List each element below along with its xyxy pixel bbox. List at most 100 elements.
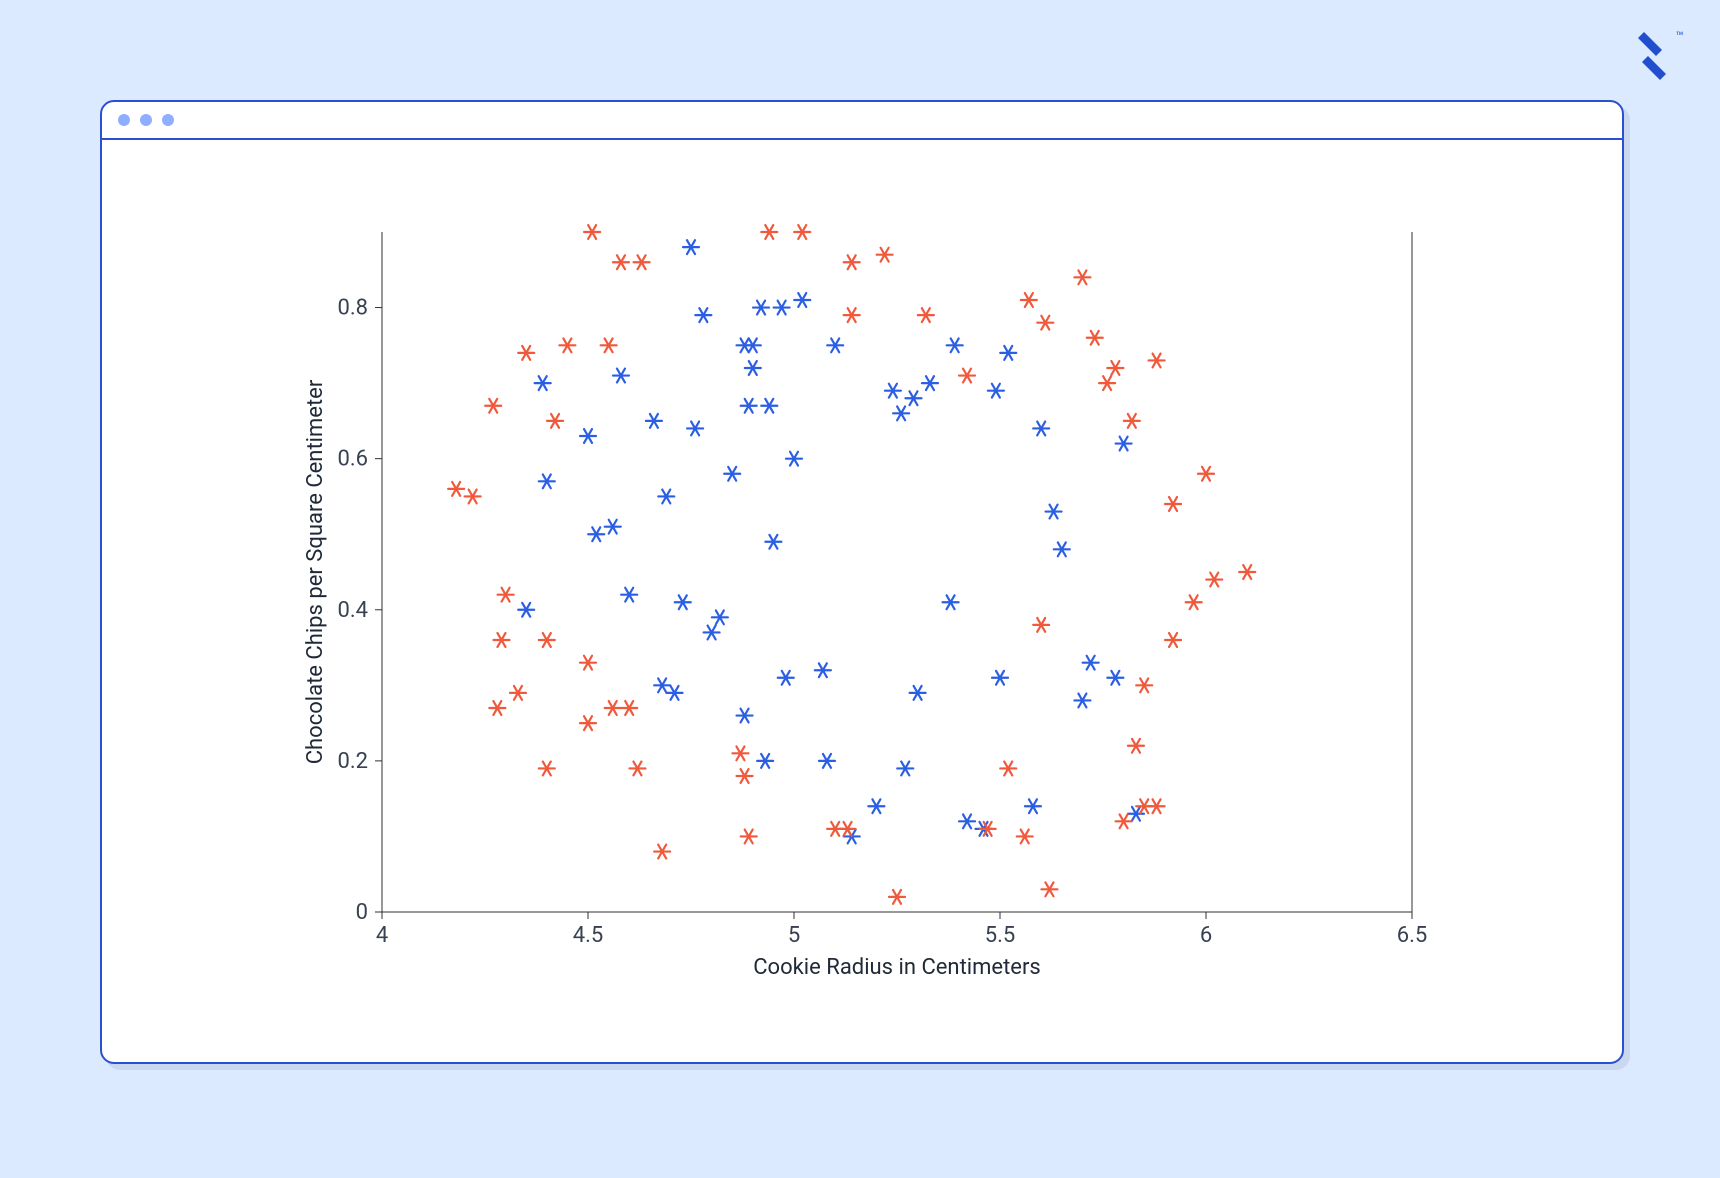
data-point — [1128, 739, 1144, 753]
data-point — [765, 535, 781, 549]
data-point — [539, 762, 555, 776]
data-point — [1206, 573, 1222, 587]
data-point — [1239, 565, 1255, 579]
data-point — [1116, 437, 1132, 451]
data-point — [1041, 882, 1057, 896]
data-point — [1149, 799, 1165, 813]
data-point — [448, 482, 464, 496]
data-point — [819, 754, 835, 768]
data-point — [629, 762, 645, 776]
data-point — [580, 656, 596, 670]
data-point — [897, 762, 913, 776]
data-point — [654, 845, 670, 859]
data-point — [547, 414, 563, 428]
svg-text:6.5: 6.5 — [1397, 923, 1428, 948]
data-point — [1046, 505, 1062, 519]
data-point — [774, 301, 790, 315]
data-point — [712, 610, 728, 624]
data-point — [844, 255, 860, 269]
data-point — [1124, 414, 1140, 428]
data-point — [687, 422, 703, 436]
data-point — [988, 384, 1004, 398]
data-point — [980, 822, 996, 836]
data-point — [1000, 762, 1016, 776]
data-point — [621, 588, 637, 602]
data-point — [654, 678, 670, 692]
data-point — [724, 467, 740, 481]
svg-text:0.6: 0.6 — [337, 447, 368, 472]
data-point — [745, 361, 761, 375]
data-point — [1037, 316, 1053, 330]
data-point — [1165, 497, 1181, 511]
svg-text:0.4: 0.4 — [337, 598, 368, 623]
data-point — [518, 603, 534, 617]
data-point — [827, 338, 843, 352]
brand-logo: ™ — [1632, 32, 1684, 80]
browser-window: 44.555.566.500.20.40.60.8Cookie Radius i… — [100, 100, 1624, 1064]
data-point — [704, 626, 720, 640]
data-point — [943, 595, 959, 609]
data-point — [510, 686, 526, 700]
data-point — [580, 429, 596, 443]
data-point — [539, 633, 555, 647]
svg-text:0.8: 0.8 — [337, 296, 368, 321]
data-point — [498, 588, 514, 602]
data-point — [1099, 376, 1115, 390]
data-point — [905, 391, 921, 405]
data-point — [757, 754, 773, 768]
logo-icon — [1632, 32, 1672, 80]
svg-text:4.5: 4.5 — [573, 923, 604, 948]
data-point — [675, 595, 691, 609]
data-point — [559, 338, 575, 352]
svg-text:0.2: 0.2 — [337, 749, 368, 774]
window-dot — [118, 114, 130, 126]
data-point — [646, 414, 662, 428]
data-point — [1083, 656, 1099, 670]
data-point — [753, 301, 769, 315]
data-point — [584, 225, 600, 239]
data-point — [485, 399, 501, 413]
data-point — [732, 746, 748, 760]
data-point — [1136, 678, 1152, 692]
data-point — [918, 308, 934, 322]
data-point — [761, 399, 777, 413]
data-point — [815, 663, 831, 677]
svg-text:5.5: 5.5 — [985, 923, 1016, 948]
data-point — [1107, 671, 1123, 685]
window-dot — [140, 114, 152, 126]
data-point — [588, 527, 604, 541]
window-titlebar — [102, 102, 1622, 140]
svg-text:0: 0 — [356, 900, 368, 925]
data-point — [605, 701, 621, 715]
svg-text:4: 4 — [376, 923, 388, 948]
data-point — [737, 769, 753, 783]
data-point — [695, 308, 711, 322]
data-point — [778, 671, 794, 685]
data-point — [889, 890, 905, 904]
data-point — [893, 406, 909, 420]
trademark-symbol: ™ — [1676, 30, 1684, 45]
y-axis-label: Chocolate Chips per Square Centimeter — [303, 379, 328, 764]
x-axis-label: Cookie Radius in Centimeters — [753, 955, 1041, 980]
data-point — [1074, 270, 1090, 284]
data-point — [613, 255, 629, 269]
data-point — [489, 701, 505, 715]
data-point — [761, 225, 777, 239]
data-point — [868, 799, 884, 813]
data-point — [621, 701, 637, 715]
data-point — [1165, 633, 1181, 647]
data-point — [877, 248, 893, 262]
data-point — [1000, 346, 1016, 360]
scatter-chart: 44.555.566.500.20.40.60.8Cookie Radius i… — [302, 192, 1452, 992]
data-point — [959, 369, 975, 383]
data-point — [1025, 799, 1041, 813]
data-point — [844, 308, 860, 322]
svg-text:6: 6 — [1200, 923, 1212, 948]
data-point — [493, 633, 509, 647]
window-dot — [162, 114, 174, 126]
data-point — [1116, 814, 1132, 828]
data-point — [1074, 694, 1090, 708]
data-point — [1054, 542, 1070, 556]
data-point — [1198, 467, 1214, 481]
data-point — [794, 293, 810, 307]
